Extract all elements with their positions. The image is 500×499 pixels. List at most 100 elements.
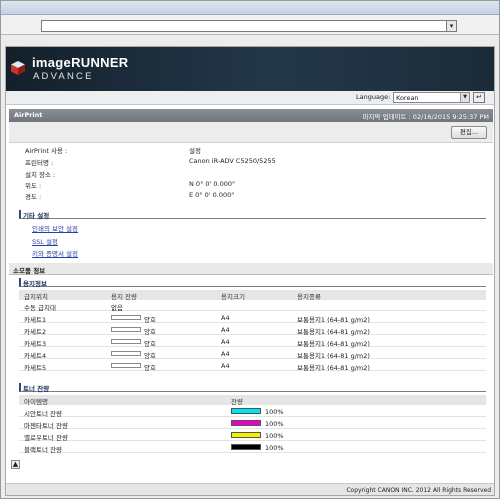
language-select[interactable]: Korean ▼ — [393, 92, 470, 103]
col-size: 용지크기 — [221, 293, 245, 301]
language-bar: Language: Korean ▼ ↵ — [6, 91, 494, 105]
paper-level-bar — [111, 363, 141, 368]
last-updated: 마지막 업데이트 : 02/16/2015 9:25:37 PM — [362, 113, 489, 121]
paper-source: 카세트3 — [24, 340, 47, 348]
toner-percent: 100% — [265, 420, 284, 428]
language-value: Korean — [396, 94, 419, 102]
paper-source: 카세트4 — [24, 352, 47, 360]
paper-table-header: 급지위치 용지 잔량 용지크기 용지종류 — [19, 290, 486, 301]
toner-percent: 100% — [265, 432, 284, 440]
toner-heading: 토너 잔량 — [19, 383, 486, 393]
paper-level-bar — [111, 315, 141, 320]
ssl-settings-link[interactable]: SSL 설정 — [32, 236, 58, 246]
cyan-toner-bar — [231, 408, 261, 414]
paper-type: 보통용지1 (64-81 g/m2) — [297, 316, 370, 324]
paper-type: 보통용지1 (64-81 g/m2) — [297, 352, 370, 360]
paper-row: 수동 급지대 없음 — [19, 301, 486, 312]
paper-row: 카세트5 양호 A4 보통용지1 (64-81 g/m2) — [19, 361, 486, 372]
magenta-toner-bar — [231, 420, 261, 426]
info-key: 위도 : — [25, 182, 42, 190]
info-row-airprint-enable: AirPrint 사용 : 설정 — [6, 145, 494, 155]
paper-level-bar — [111, 339, 141, 344]
info-value: 설정 — [189, 147, 201, 155]
browser-window: ▾ imageRUNNER ADVANCE Language: Korean ▼… — [0, 0, 500, 499]
info-key: 프린터명 : — [25, 159, 54, 167]
language-apply-button[interactable]: ↵ — [473, 92, 485, 103]
paper-row: 카세트2 양호 A4 보통용지1 (64-81 g/m2) — [19, 325, 486, 336]
info-key: AirPrint 사용 : — [25, 147, 68, 155]
consumables-heading: 소모품 정보 — [9, 263, 493, 275]
info-row-printer-name: 프린터명 : Canon iR-ADV C5250/5255 — [6, 157, 494, 167]
page-top-button[interactable]: ▲ — [11, 460, 20, 469]
paper-size: A4 — [221, 314, 230, 322]
page-top-icon: ▲ — [12, 460, 19, 468]
page-title: AirPrint — [14, 111, 43, 119]
key-certificate-link[interactable]: 키와 증명서 설정 — [32, 248, 78, 258]
info-value: N 0° 0' 0.000" — [189, 180, 235, 188]
info-row-latitude: 위도 : N 0° 0' 0.000" — [6, 180, 494, 190]
header-banner: imageRUNNER ADVANCE — [6, 47, 494, 91]
enter-arrow-icon: ↵ — [476, 93, 482, 101]
info-row-location: 설치 장소 : — [6, 169, 494, 179]
paper-row: 카세트1 양호 A4 보통용지1 (64-81 g/m2) — [19, 313, 486, 324]
paper-type: 보통용지1 (64-81 g/m2) — [297, 340, 370, 348]
address-dropdown-button[interactable]: ▾ — [446, 20, 457, 32]
window-titlebar — [1, 1, 499, 15]
toner-name: 마젠타토너 잔량 — [24, 422, 68, 430]
footer: Copyright CANON INC. 2012 All Rights Res… — [6, 483, 494, 495]
paper-source: 수동 급지대 — [24, 304, 56, 312]
toner-row: 블랙토너 잔량 100% — [19, 443, 486, 454]
edit-button[interactable]: 편집... — [451, 126, 487, 139]
black-toner-bar — [231, 444, 261, 450]
paper-row: 카세트3 양호 A4 보통용지1 (64-81 g/m2) — [19, 337, 486, 348]
paper-size: A4 — [221, 362, 230, 370]
col-remain: 용지 잔량 — [111, 293, 137, 301]
edit-toolbar: 편집... — [9, 122, 493, 143]
paper-type: 보통용지1 (64-81 g/m2) — [297, 364, 370, 372]
paper-remain: 양호 — [144, 352, 156, 360]
col-type: 용지종류 — [297, 293, 321, 301]
language-label: Language: — [356, 93, 391, 101]
paper-info-heading: 용지정보 — [19, 278, 486, 288]
yellow-toner-bar — [231, 432, 261, 438]
chevron-down-icon: ▼ — [460, 93, 469, 102]
print-security-link[interactable]: 인쇄의 보안 설정 — [32, 223, 78, 233]
info-key: 경도 : — [25, 193, 42, 201]
toner-row: 옐로우토너 잔량 100% — [19, 431, 486, 442]
paper-remain: 양호 — [144, 364, 156, 372]
paper-remain: 없음 — [111, 304, 123, 312]
col-source: 급지위치 — [24, 293, 48, 301]
paper-row: 카세트4 양호 A4 보통용지1 (64-81 g/m2) — [19, 349, 486, 360]
paper-size: A4 — [221, 326, 230, 334]
paper-level-bar — [111, 327, 141, 332]
paper-size: A4 — [221, 338, 230, 346]
other-settings-heading: 기타 설정 — [19, 210, 486, 220]
cube-logo-icon — [11, 61, 25, 75]
info-value: E 0° 0' 0.000" — [189, 191, 235, 199]
airprint-header: AirPrint 마지막 업데이트 : 02/16/2015 9:25:37 P… — [9, 109, 493, 122]
toner-name: 옐로우토너 잔량 — [24, 434, 68, 442]
remote-ui-page: imageRUNNER ADVANCE Language: Korean ▼ ↵… — [5, 46, 495, 496]
down-arrow-icon: ▾ — [449, 22, 454, 30]
toner-row: 시안토너 잔량 100% — [19, 407, 486, 418]
paper-remain: 양호 — [144, 316, 156, 324]
address-bar[interactable]: ▾ — [41, 20, 457, 32]
info-key: 설치 장소 : — [25, 171, 56, 179]
toner-percent: 100% — [265, 444, 284, 452]
col-level: 잔량 — [231, 398, 243, 406]
brand-title: imageRUNNER — [32, 55, 129, 70]
paper-level-bar — [111, 351, 141, 356]
toner-name: 블랙토너 잔량 — [24, 446, 62, 454]
paper-source: 카세트1 — [24, 316, 47, 324]
toner-percent: 100% — [265, 408, 284, 416]
info-value: Canon iR-ADV C5250/5255 — [189, 157, 276, 165]
toner-row: 마젠타토너 잔량 100% — [19, 419, 486, 430]
paper-remain: 양호 — [144, 340, 156, 348]
toner-table-header: 아이템명 잔량 — [19, 395, 486, 406]
paper-type: 보통용지1 (64-81 g/m2) — [297, 328, 370, 336]
brand-subtitle: ADVANCE — [33, 71, 94, 82]
toner-name: 시안토너 잔량 — [24, 410, 62, 418]
info-row-longitude: 경도 : E 0° 0' 0.000" — [6, 191, 494, 201]
copyright-text: Copyright CANON INC. 2012 All Rights Res… — [346, 487, 491, 494]
paper-remain: 양호 — [144, 328, 156, 336]
